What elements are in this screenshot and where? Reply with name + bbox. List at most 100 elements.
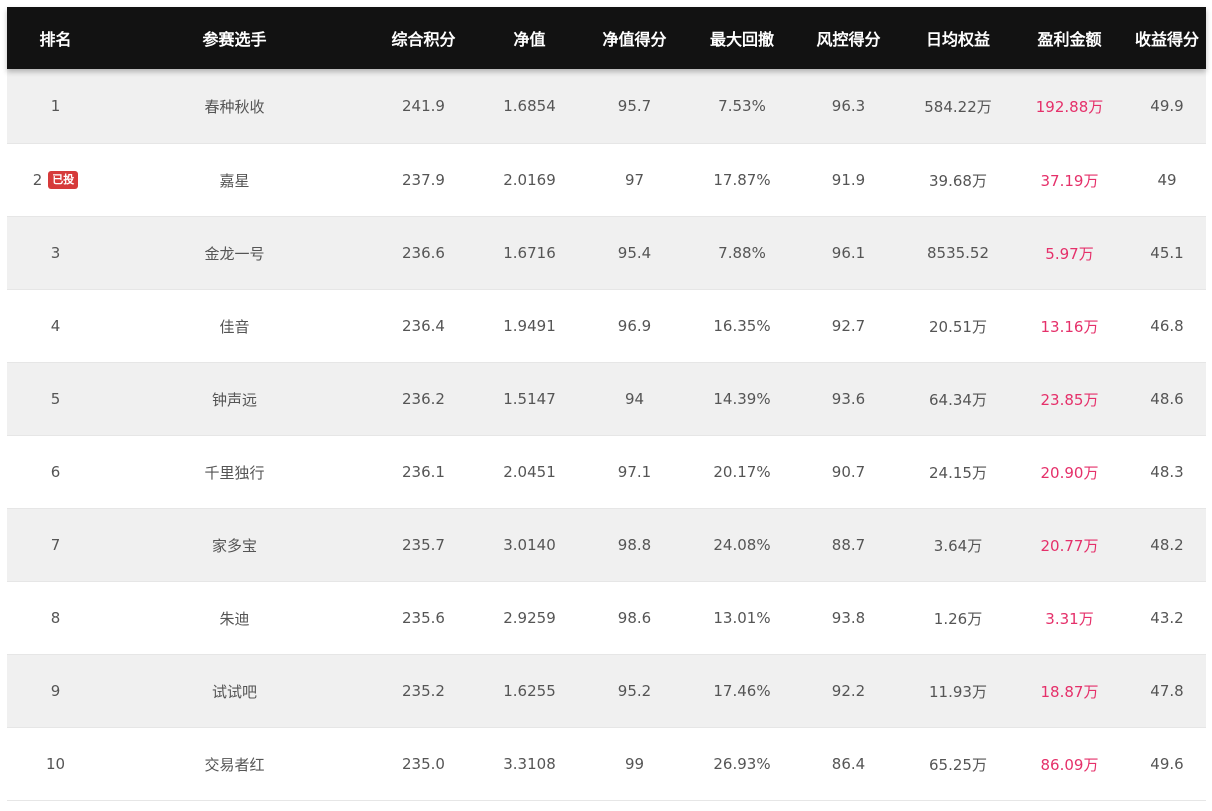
risk-score-cell: 91.9 xyxy=(831,171,866,189)
table-header: 排名 参赛选手 综合积分 净值 净值得分 最大回撤 风控得分 日均权益 盈利金额… xyxy=(7,7,1206,69)
risk-score-cell: 93.8 xyxy=(831,609,866,627)
score-cell: 236.6 xyxy=(402,244,445,262)
daily-equity-cell: 8535.52 xyxy=(926,244,990,262)
score-cell: 241.9 xyxy=(402,97,445,115)
daily-equity-cell: 11.93万 xyxy=(929,682,987,701)
daily-equity-cell: 65.25万 xyxy=(929,755,987,774)
daily-equity-cell: 24.15万 xyxy=(929,463,987,482)
score-cell: 235.7 xyxy=(402,536,445,554)
rank-cell: 9 xyxy=(7,682,104,700)
daily-equity-cell: 39.68万 xyxy=(929,171,987,190)
leaderboard-table: 排名 参赛选手 综合积分 净值 净值得分 最大回撤 风控得分 日均权益 盈利金额… xyxy=(7,7,1206,801)
header-score[interactable]: 综合积分 xyxy=(365,26,482,50)
max-drawdown-cell: 20.17% xyxy=(713,463,771,481)
header-profit[interactable]: 盈利金额 xyxy=(1011,26,1128,50)
score-cell: 235.6 xyxy=(402,609,445,627)
rank-cell: 1 xyxy=(7,97,104,115)
rank-number: 9 xyxy=(50,682,61,700)
table-row[interactable]: 1 春种秋收 241.9 1.6854 95.7 7.53% 96.3 584.22万 192.… xyxy=(7,69,1206,144)
name-cell: 春种秋收 xyxy=(204,97,265,116)
nav-cell: 1.6255 xyxy=(503,682,556,700)
risk-score-cell: 88.7 xyxy=(831,536,866,554)
profit-cell: 20.90万 xyxy=(1040,463,1099,482)
nav-score-cell: 97.1 xyxy=(617,463,652,481)
table-row[interactable]: 5 钟声远 236.2 1.5147 94 14.39% 93.6 64.34万 23.85万 4… xyxy=(7,363,1206,436)
nav-cell: 2.0451 xyxy=(503,463,556,481)
header-return-score[interactable]: 收益得分 xyxy=(1128,26,1206,50)
risk-score-cell: 96.3 xyxy=(831,97,866,115)
profit-cell: 37.19万 xyxy=(1040,171,1099,190)
rank-number: 3 xyxy=(50,244,61,262)
table-row[interactable]: 2 已投 嘉星 237.9 2.0169 97 17.87% 91.9 39.68万 37.19万… xyxy=(7,144,1206,217)
table-row[interactable]: 3 金龙一号 236.6 1.6716 95.4 7.88% 96.1 8535.52 5.97… xyxy=(7,217,1206,290)
max-drawdown-cell: 24.08% xyxy=(713,536,771,554)
name-cell: 钟声远 xyxy=(211,390,257,409)
rank-cell: 7 xyxy=(7,536,104,554)
nav-score-cell: 96.9 xyxy=(617,317,652,335)
nav-cell: 1.9491 xyxy=(503,317,556,335)
header-nav[interactable]: 净值 xyxy=(482,26,577,50)
risk-score-cell: 90.7 xyxy=(831,463,866,481)
profit-cell: 5.97万 xyxy=(1045,244,1094,263)
table-row[interactable]: 7 家多宝 235.7 3.0140 98.8 24.08% 88.7 3.64万 20.77万… xyxy=(7,509,1206,582)
rank-cell: 4 xyxy=(7,317,104,335)
nav-score-cell: 99 xyxy=(624,755,645,773)
risk-score-cell: 92.2 xyxy=(831,682,866,700)
table-row[interactable]: 9 试试吧 235.2 1.6255 95.2 17.46% 92.2 11.93万 18.87… xyxy=(7,655,1206,728)
rank-number: 6 xyxy=(50,463,61,481)
return-score-cell: 48.6 xyxy=(1150,390,1184,408)
risk-score-cell: 86.4 xyxy=(831,755,866,773)
header-risk-score[interactable]: 风控得分 xyxy=(792,26,905,50)
name-cell: 家多宝 xyxy=(211,536,257,555)
max-drawdown-cell: 13.01% xyxy=(713,609,771,627)
nav-score-cell: 98.8 xyxy=(617,536,652,554)
table-row[interactable]: 10 交易者红 235.0 3.3108 99 26.93% 86.4 65.25万 86.09… xyxy=(7,728,1206,801)
daily-equity-cell: 20.51万 xyxy=(929,317,987,336)
profit-cell: 23.85万 xyxy=(1040,390,1099,409)
max-drawdown-cell: 26.93% xyxy=(713,755,771,773)
rank-cell: 8 xyxy=(7,609,104,627)
max-drawdown-cell: 17.87% xyxy=(713,171,771,189)
table-row[interactable]: 4 佳音 236.4 1.9491 96.9 16.35% 92.7 20.51万 13.16万… xyxy=(7,290,1206,363)
rank-number: 5 xyxy=(50,390,61,408)
header-rank[interactable]: 排名 xyxy=(7,26,104,50)
name-cell: 千里独行 xyxy=(204,463,265,482)
table-row[interactable]: 8 朱迪 235.6 2.9259 98.6 13.01% 93.8 1.26万 3.31万 43… xyxy=(7,582,1206,655)
rank-number: 2 xyxy=(32,171,43,189)
score-cell: 236.2 xyxy=(402,390,445,408)
daily-equity-cell: 3.64万 xyxy=(933,536,983,555)
daily-equity-cell: 64.34万 xyxy=(929,390,987,409)
max-drawdown-cell: 14.39% xyxy=(713,390,771,408)
return-score-cell: 47.8 xyxy=(1150,682,1184,700)
table-row[interactable]: 6 千里独行 236.1 2.0451 97.1 20.17% 90.7 24.15万 20.9… xyxy=(7,436,1206,509)
header-nav-score[interactable]: 净值得分 xyxy=(577,26,692,50)
header-max-drawdown[interactable]: 最大回撤 xyxy=(692,26,792,50)
daily-equity-cell: 584.22万 xyxy=(924,97,992,116)
header-name[interactable]: 参赛选手 xyxy=(104,26,365,50)
nav-score-cell: 94 xyxy=(624,390,645,408)
nav-cell: 1.6854 xyxy=(503,97,556,115)
nav-cell: 1.6716 xyxy=(503,244,556,262)
risk-score-cell: 96.1 xyxy=(831,244,866,262)
name-cell: 佳音 xyxy=(219,317,250,336)
max-drawdown-cell: 7.53% xyxy=(718,97,766,115)
rank-number: 8 xyxy=(50,609,61,627)
return-score-cell: 43.2 xyxy=(1150,609,1184,627)
nav-cell: 3.3108 xyxy=(503,755,556,773)
nav-cell: 1.5147 xyxy=(503,390,556,408)
max-drawdown-cell: 16.35% xyxy=(713,317,771,335)
score-cell: 236.1 xyxy=(402,463,445,481)
header-daily-equity[interactable]: 日均权益 xyxy=(905,26,1011,50)
table-body: 1 春种秋收 241.9 1.6854 95.7 7.53% 96.3 584.22万 192.… xyxy=(7,69,1206,801)
nav-cell: 2.9259 xyxy=(503,609,556,627)
rank-cell: 10 xyxy=(7,755,104,773)
nav-score-cell: 97 xyxy=(624,171,645,189)
rank-cell: 5 xyxy=(7,390,104,408)
score-cell: 235.0 xyxy=(402,755,445,773)
nav-score-cell: 95.2 xyxy=(617,682,652,700)
score-cell: 235.2 xyxy=(402,682,445,700)
max-drawdown-cell: 17.46% xyxy=(713,682,771,700)
rank-cell: 3 xyxy=(7,244,104,262)
nav-cell: 2.0169 xyxy=(503,171,556,189)
nav-score-cell: 98.6 xyxy=(617,609,652,627)
